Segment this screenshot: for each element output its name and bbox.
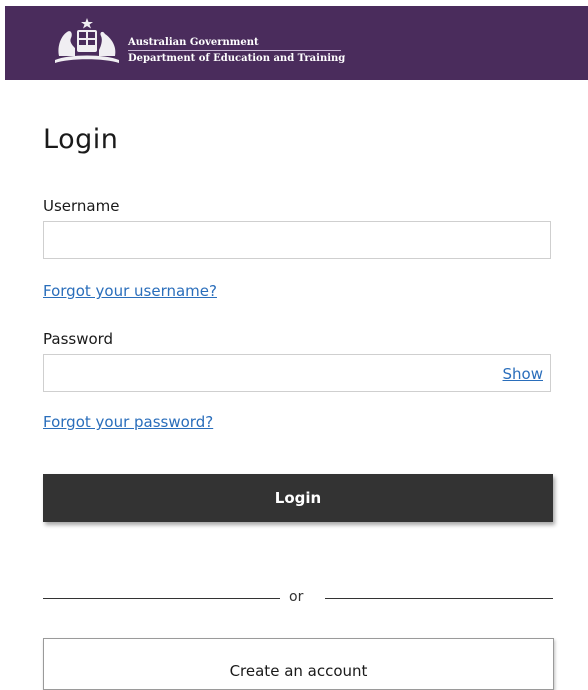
forgot-username-link[interactable]: Forgot your username? [43, 282, 217, 300]
wordmark-divider [128, 50, 341, 51]
password-input[interactable] [44, 355, 550, 391]
forgot-password-link[interactable]: Forgot your password? [43, 413, 213, 431]
create-account-button[interactable]: Create an account [43, 638, 554, 690]
site-header: Australian Government Department of Educ… [5, 6, 588, 80]
or-divider: or [43, 588, 553, 608]
divider-or-text: or [289, 589, 304, 605]
divider-line-left [43, 598, 280, 599]
coat-of-arms-icon [55, 18, 119, 63]
government-wordmark: Australian Government Department of Educ… [128, 36, 345, 65]
password-label: Password [43, 330, 114, 348]
username-input[interactable] [44, 222, 550, 258]
department-name: Department of Education and Training [128, 53, 346, 64]
government-name: Australian Government [128, 37, 259, 48]
username-field-wrapper [43, 221, 551, 259]
show-password-toggle[interactable]: Show [503, 365, 543, 383]
password-field-wrapper: Show [43, 354, 551, 392]
page-title: Login [43, 124, 119, 155]
username-label: Username [43, 197, 120, 215]
login-button[interactable]: Login [43, 474, 553, 522]
divider-line-right [325, 598, 553, 599]
